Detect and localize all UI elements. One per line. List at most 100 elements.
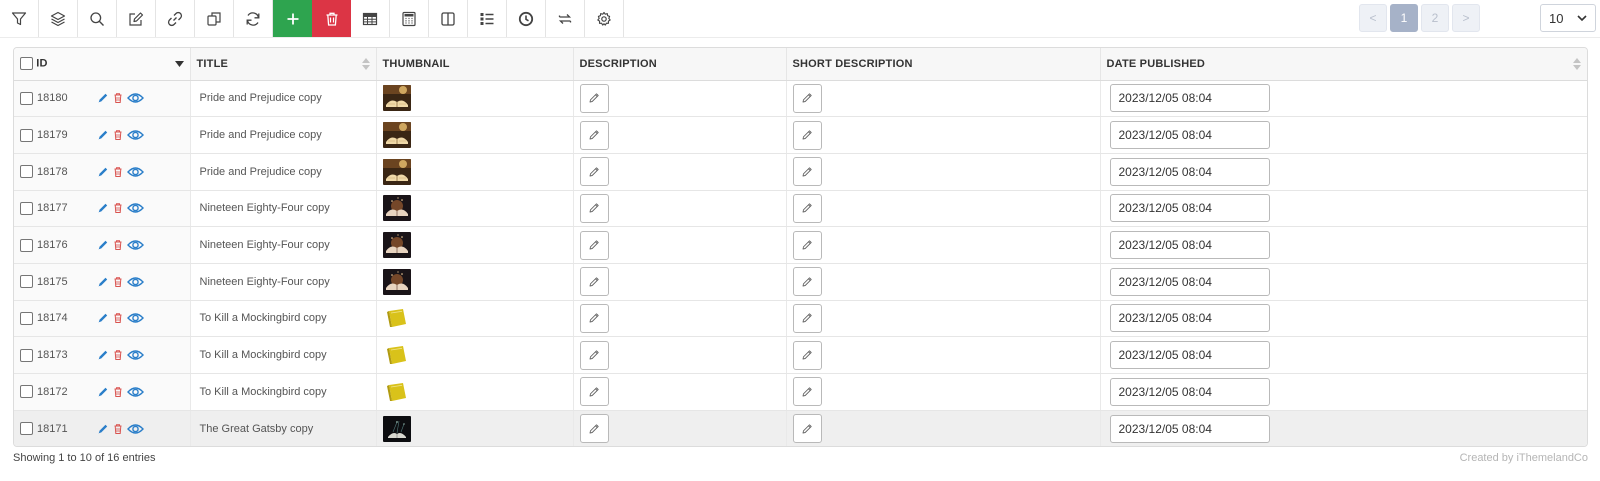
edit-description-button[interactable] — [579, 83, 609, 113]
pencil-icon[interactable] — [97, 386, 109, 398]
row-checkbox[interactable] — [20, 91, 33, 105]
thumbnail-cell[interactable] — [376, 153, 574, 191]
edit-description-button[interactable] — [579, 377, 609, 407]
thumbnail-image[interactable] — [382, 378, 411, 405]
row-checkbox[interactable] — [20, 311, 33, 325]
thumbnail-cell[interactable] — [376, 190, 574, 228]
history-button[interactable] — [507, 0, 546, 37]
trash-icon[interactable] — [112, 129, 124, 141]
row-checkbox[interactable] — [20, 422, 33, 436]
date-published-input[interactable]: 2023/12/05 08:04 — [1109, 157, 1270, 186]
edit-description-button[interactable] — [579, 230, 609, 260]
thumbnail-image[interactable] — [382, 268, 411, 295]
thumbnail-image[interactable] — [382, 232, 411, 259]
eye-icon[interactable] — [127, 275, 144, 289]
title-cell[interactable]: The Great Gatsby copy — [190, 410, 377, 446]
thumbnail-cell[interactable] — [376, 336, 574, 374]
pencil-icon[interactable] — [97, 423, 109, 435]
date-published-input[interactable]: 2023/12/05 08:04 — [1109, 231, 1270, 260]
trash-icon[interactable] — [112, 386, 124, 398]
header-id[interactable]: ID — [14, 48, 191, 81]
row-checkbox[interactable] — [20, 238, 33, 252]
row-checkbox[interactable] — [20, 201, 33, 215]
title-cell[interactable]: To Kill a Mockingbird copy — [190, 373, 377, 411]
date-published-input[interactable]: 2023/12/05 08:04 — [1109, 414, 1270, 443]
trash-icon[interactable] — [112, 276, 124, 288]
row-checkbox[interactable] — [20, 275, 33, 289]
edit-short-description-button[interactable] — [792, 340, 822, 370]
edit-description-button[interactable] — [579, 414, 609, 444]
date-published-input[interactable]: 2023/12/05 08:04 — [1109, 304, 1270, 333]
title-cell[interactable]: Nineteen Eighty-Four copy — [190, 190, 377, 228]
layers-button[interactable] — [39, 0, 78, 37]
edit-short-description-button[interactable] — [792, 193, 822, 223]
sort-icon[interactable] — [361, 58, 370, 70]
title-cell[interactable]: Pride and Prejudice copy — [190, 153, 377, 191]
thumbnail-cell[interactable] — [376, 226, 574, 264]
next-page-button[interactable]: > — [1452, 4, 1480, 32]
page-2-button[interactable]: 2 — [1421, 4, 1449, 32]
trash-icon[interactable] — [112, 423, 124, 435]
sort-desc-icon[interactable] — [174, 61, 184, 68]
title-cell[interactable]: To Kill a Mockingbird copy — [190, 336, 377, 374]
sort-icon[interactable] — [1573, 58, 1581, 70]
pencil-icon[interactable] — [97, 349, 109, 361]
row-checkbox[interactable] — [20, 348, 33, 362]
eye-icon[interactable] — [127, 238, 144, 252]
date-published-input[interactable]: 2023/12/05 08:04 — [1109, 341, 1270, 370]
row-checkbox[interactable] — [20, 128, 33, 142]
pencil-icon[interactable] — [97, 276, 109, 288]
eye-icon[interactable] — [127, 128, 144, 142]
pencil-icon[interactable] — [97, 129, 109, 141]
thumbnail-image[interactable] — [382, 85, 411, 112]
header-date-published[interactable]: DATE PUBLISHED — [1100, 48, 1587, 81]
link-button[interactable] — [156, 0, 195, 37]
pencil-icon[interactable] — [97, 166, 109, 178]
trash-icon[interactable] — [112, 166, 124, 178]
settings-button[interactable] — [585, 0, 624, 37]
pencil-icon[interactable] — [97, 312, 109, 324]
thumbnail-cell[interactable] — [376, 300, 574, 338]
title-cell[interactable]: Nineteen Eighty-Four copy — [190, 226, 377, 264]
page-1-button[interactable]: 1 — [1390, 4, 1418, 32]
title-cell[interactable]: Pride and Prejudice copy — [190, 80, 377, 118]
add-button[interactable] — [273, 0, 312, 37]
trash-icon[interactable] — [112, 349, 124, 361]
edit-description-button[interactable] — [579, 303, 609, 333]
eye-icon[interactable] — [127, 165, 144, 179]
bulk-edit-button[interactable] — [117, 0, 156, 37]
pencil-icon[interactable] — [97, 239, 109, 251]
columns-button[interactable] — [429, 0, 468, 37]
trash-icon[interactable] — [112, 92, 124, 104]
header-title[interactable]: TITLE — [190, 48, 377, 81]
title-cell[interactable]: Nineteen Eighty-Four copy — [190, 263, 377, 301]
edit-short-description-button[interactable] — [792, 303, 822, 333]
trash-icon[interactable] — [112, 239, 124, 251]
select-all-checkbox[interactable] — [20, 57, 33, 71]
edit-description-button[interactable] — [579, 340, 609, 370]
thumbnail-cell[interactable] — [376, 263, 574, 301]
date-published-input[interactable]: 2023/12/05 08:04 — [1109, 377, 1270, 406]
edit-short-description-button[interactable] — [792, 377, 822, 407]
thumbnail-image[interactable] — [382, 342, 411, 369]
trash-icon[interactable] — [112, 202, 124, 214]
pencil-icon[interactable] — [97, 202, 109, 214]
row-checkbox[interactable] — [20, 165, 33, 179]
edit-description-button[interactable] — [579, 120, 609, 150]
search-button[interactable] — [78, 0, 117, 37]
date-published-input[interactable]: 2023/12/05 08:04 — [1109, 121, 1270, 150]
delete-button[interactable] — [312, 0, 351, 37]
row-checkbox[interactable] — [20, 385, 33, 399]
edit-short-description-button[interactable] — [792, 83, 822, 113]
table-button[interactable] — [351, 0, 390, 37]
thumbnail-cell[interactable] — [376, 116, 574, 154]
calculator-button[interactable] — [390, 0, 429, 37]
edit-short-description-button[interactable] — [792, 157, 822, 187]
per-page-select[interactable]: 10 — [1540, 4, 1596, 32]
list-button[interactable] — [468, 0, 507, 37]
thumbnail-image[interactable] — [382, 305, 411, 332]
swap-button[interactable] — [546, 0, 585, 37]
eye-icon[interactable] — [127, 348, 144, 362]
edit-short-description-button[interactable] — [792, 230, 822, 260]
pencil-icon[interactable] — [97, 92, 109, 104]
